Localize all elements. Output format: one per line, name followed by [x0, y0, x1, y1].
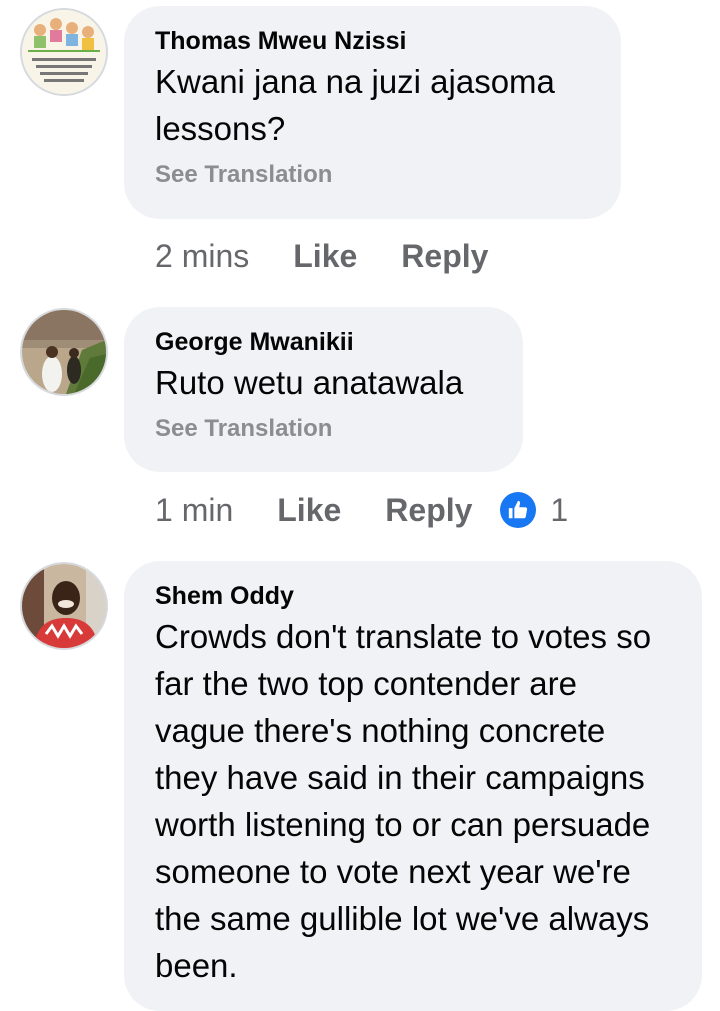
comment-bubble: George Mwanikii Ruto wetu anatawala See … — [124, 307, 523, 472]
comment-timestamp[interactable]: 1 min — [155, 490, 233, 530]
comment-text: Kwani jana na juzi ajasoma lessons? — [155, 63, 555, 147]
reaction-summary[interactable]: 1 — [500, 490, 568, 530]
like-button[interactable]: Like — [277, 490, 341, 530]
comment-timestamp[interactable]: 2 mins — [155, 236, 249, 276]
reaction-count: 1 — [550, 492, 569, 528]
like-thumbs-up-icon — [500, 492, 537, 528]
avatar[interactable] — [20, 308, 108, 396]
see-translation-link[interactable]: See Translation — [155, 414, 493, 444]
reply-button[interactable]: Reply — [401, 236, 488, 276]
avatar[interactable] — [20, 8, 108, 96]
reply-button[interactable]: Reply — [385, 490, 472, 530]
avatar-image — [22, 310, 106, 394]
comment-author[interactable]: Thomas Mweu Nzissi — [155, 26, 591, 56]
avatar-image — [22, 10, 106, 94]
comment-actions: 2 mins Like Reply — [155, 236, 488, 276]
comment-text: Crowds don't translate to votes so far t… — [155, 618, 652, 984]
comment-text: Ruto wetu anatawala — [155, 364, 464, 401]
avatar[interactable] — [20, 562, 108, 650]
avatar-image — [22, 564, 106, 648]
comment-author[interactable]: Shem Oddy — [155, 581, 672, 611]
comment-author[interactable]: George Mwanikii — [155, 327, 493, 357]
comment-actions: 1 min Like Reply 1 — [155, 490, 568, 530]
comment-bubble: Thomas Mweu Nzissi Kwani jana na juzi aj… — [124, 6, 621, 219]
see-translation-link[interactable]: See Translation — [155, 160, 591, 190]
comment-bubble: Shem Oddy Crowds don't translate to vote… — [124, 561, 702, 1011]
like-button[interactable]: Like — [293, 236, 357, 276]
